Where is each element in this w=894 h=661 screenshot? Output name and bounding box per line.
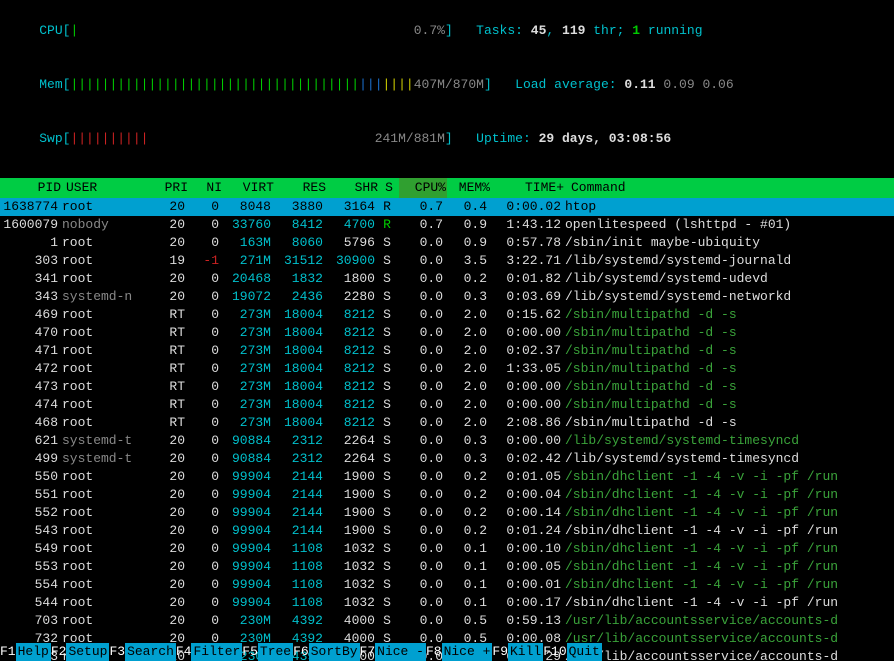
cpu-pct: 0.7% bbox=[414, 23, 445, 38]
process-row[interactable]: 544root2009990411081032S0.00.10:00.17/sb… bbox=[0, 594, 894, 612]
fkey-f5[interactable]: F5 bbox=[242, 644, 258, 659]
process-row[interactable]: 468rootRT0273M180048212S0.02.02:08.86/sb… bbox=[0, 414, 894, 432]
fkey-f9[interactable]: F9 bbox=[492, 644, 508, 659]
swp-val: 241M/881M bbox=[375, 131, 445, 146]
uptime-val: 29 days, 03:08:56 bbox=[539, 131, 672, 146]
process-row[interactable]: 499systemd-t2009088423122264S0.00.30:02.… bbox=[0, 450, 894, 468]
process-row[interactable]: 472rootRT0273M180048212S0.02.01:33.05/sb… bbox=[0, 360, 894, 378]
fkey-label[interactable]: Help bbox=[16, 643, 51, 661]
uptime-label: Uptime: bbox=[476, 131, 531, 146]
mem-val: 407M/870M bbox=[414, 77, 484, 92]
tasks-total: 45 bbox=[531, 23, 547, 38]
col-res[interactable]: RES bbox=[275, 178, 327, 198]
process-row[interactable]: 554root2009990411081032S0.00.10:00.01/sb… bbox=[0, 576, 894, 594]
col-shr[interactable]: SHR bbox=[327, 178, 379, 198]
swp-label: Swp bbox=[39, 131, 62, 146]
function-key-bar[interactable]: F1Help F2Setup F3SearchF4FilterF5Tree F6… bbox=[0, 643, 894, 661]
process-row[interactable]: 551root2009990421441900S0.00.20:00.04/sb… bbox=[0, 486, 894, 504]
process-row[interactable]: 549root2009990411081032S0.00.10:00.10/sb… bbox=[0, 540, 894, 558]
col-time[interactable]: TIME+ bbox=[491, 178, 565, 198]
tasks-running: 1 bbox=[632, 23, 640, 38]
process-row[interactable]: 621systemd-t2009088423122264S0.00.30:00.… bbox=[0, 432, 894, 450]
col-pid[interactable]: PID bbox=[0, 178, 62, 198]
fkey-f1[interactable]: F1 bbox=[0, 644, 16, 659]
fkey-label[interactable]: Kill bbox=[508, 643, 543, 661]
fkey-label[interactable]: Quit bbox=[567, 643, 602, 661]
fkey-label[interactable]: Tree bbox=[258, 643, 293, 661]
col-user[interactable]: USER bbox=[62, 178, 147, 198]
process-row[interactable]: 552root2009990421441900S0.00.20:00.14/sb… bbox=[0, 504, 894, 522]
meters-panel: CPU[| 0.7%] Tasks: 45, 119 thr; 1 runnin… bbox=[0, 0, 894, 170]
process-row[interactable]: 343systemd-n2001907224362280S0.00.30:03.… bbox=[0, 288, 894, 306]
col-virt[interactable]: VIRT bbox=[223, 178, 275, 198]
process-row[interactable]: 543root2009990421441900S0.00.20:01.24/sb… bbox=[0, 522, 894, 540]
process-row[interactable]: 1root200163M80605796S0.00.90:57.78/sbin/… bbox=[0, 234, 894, 252]
col-cmd[interactable]: Command bbox=[565, 178, 894, 198]
fkey-f6[interactable]: F6 bbox=[293, 644, 309, 659]
process-row[interactable]: 471rootRT0273M180048212S0.02.00:02.37/sb… bbox=[0, 342, 894, 360]
fkey-label[interactable]: Nice + bbox=[442, 643, 493, 661]
fkey-f3[interactable]: F3 bbox=[109, 644, 125, 659]
swp-bar: |||||||||| bbox=[70, 131, 148, 146]
col-cpu[interactable]: CPU% bbox=[399, 178, 447, 198]
fkey-f7[interactable]: F7 bbox=[360, 644, 376, 659]
fkey-f8[interactable]: F8 bbox=[426, 644, 442, 659]
column-header-row[interactable]: PID USER PRI NI VIRT RES SHR S CPU% MEM%… bbox=[0, 178, 894, 198]
mem-bar: ||||||||||||||||||||||||||||||||||||| bbox=[70, 77, 359, 92]
process-table[interactable]: PID USER PRI NI VIRT RES SHR S CPU% MEM%… bbox=[0, 178, 894, 661]
col-s[interactable]: S bbox=[379, 178, 399, 198]
col-pri[interactable]: PRI bbox=[147, 178, 189, 198]
process-row[interactable]: 470rootRT0273M180048212S0.02.00:00.00/sb… bbox=[0, 324, 894, 342]
fkey-label[interactable]: Nice - bbox=[375, 643, 426, 661]
fkey-f2[interactable]: F2 bbox=[51, 644, 67, 659]
process-row[interactable]: 474rootRT0273M180048212S0.02.00:00.00/sb… bbox=[0, 396, 894, 414]
process-row[interactable]: 303root19-1271M3151230900S0.03.53:22.71/… bbox=[0, 252, 894, 270]
fkey-f10[interactable]: F10 bbox=[543, 644, 566, 659]
process-row[interactable]: 341root2002046818321800S0.00.20:01.82/li… bbox=[0, 270, 894, 288]
fkey-f4[interactable]: F4 bbox=[176, 644, 192, 659]
process-row[interactable]: 550root2009990421441900S0.00.20:01.05/sb… bbox=[0, 468, 894, 486]
fkey-label[interactable]: Search bbox=[125, 643, 176, 661]
process-row[interactable]: 1638774root200804838803164R0.70.40:00.02… bbox=[0, 198, 894, 216]
process-row[interactable]: 553root2009990411081032S0.00.10:00.05/sb… bbox=[0, 558, 894, 576]
fkey-label[interactable]: Setup bbox=[66, 643, 109, 661]
process-row[interactable]: 473rootRT0273M180048212S0.02.00:00.00/sb… bbox=[0, 378, 894, 396]
process-row[interactable]: 469rootRT0273M180048212S0.02.00:15.62/sb… bbox=[0, 306, 894, 324]
mem-label: Mem bbox=[39, 77, 62, 92]
process-row[interactable]: 1600079nobody2003376084124700R0.70.91:43… bbox=[0, 216, 894, 234]
tasks-label: Tasks: bbox=[476, 23, 523, 38]
process-row[interactable]: 703root200230M43924000S0.00.50:59.13/usr… bbox=[0, 612, 894, 630]
col-mem[interactable]: MEM% bbox=[447, 178, 491, 198]
fkey-label[interactable]: Filter bbox=[191, 643, 242, 661]
col-ni[interactable]: NI bbox=[189, 178, 223, 198]
tasks-thr: 119 bbox=[562, 23, 585, 38]
cpu-label: CPU bbox=[39, 23, 62, 38]
fkey-label[interactable]: SortBy bbox=[309, 643, 360, 661]
load-label: Load average: bbox=[515, 77, 616, 92]
